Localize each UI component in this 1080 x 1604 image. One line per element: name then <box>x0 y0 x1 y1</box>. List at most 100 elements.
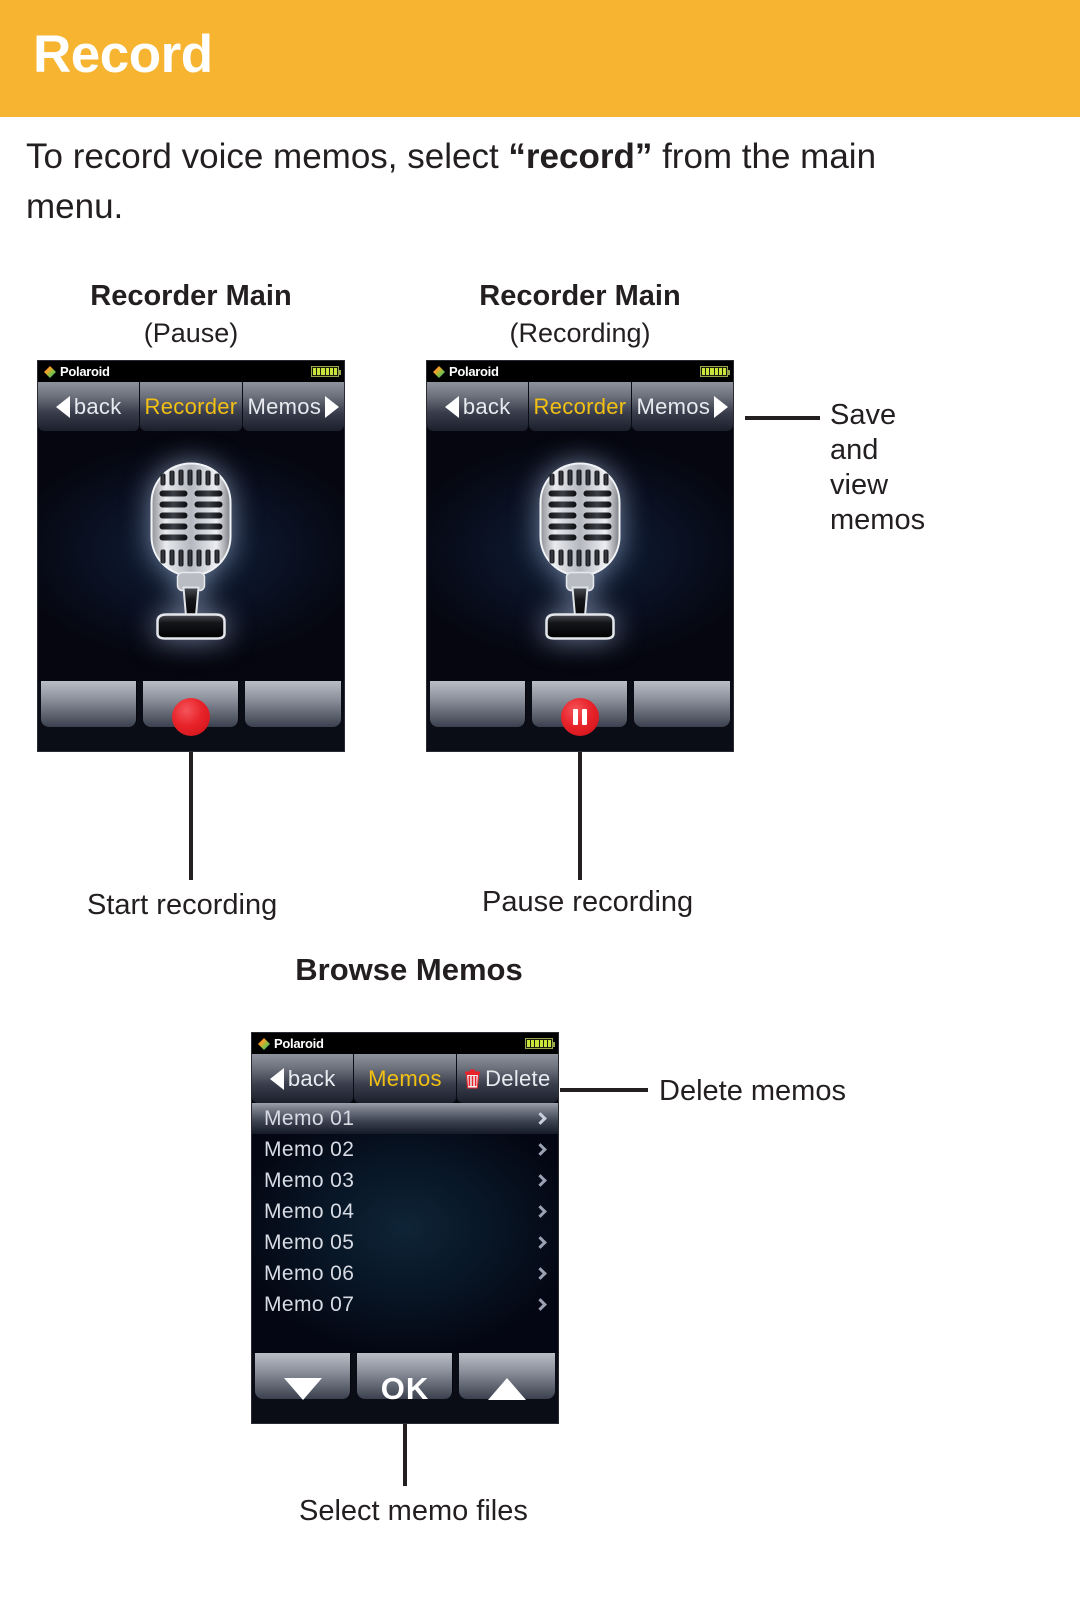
memo-label: Memo 02 <box>264 1137 355 1161</box>
control-right-blank <box>242 681 344 751</box>
back-button[interactable]: back <box>38 382 141 431</box>
trash-icon <box>464 1068 481 1089</box>
control-left-blank <box>427 681 529 751</box>
chevron-right-icon <box>534 1205 547 1218</box>
toolbar-recorder: back Recorder Memos <box>38 382 344 431</box>
recorder-control-row <box>427 681 733 751</box>
leader-line-select-memo-files <box>403 1424 407 1486</box>
memos-label: Memos <box>368 1065 442 1091</box>
memo-label: Memo 03 <box>264 1168 355 1192</box>
memo-label: Memo 04 <box>264 1199 355 1223</box>
brand: Polaroid <box>257 1036 324 1051</box>
recorder-screen-body <box>38 431 344 681</box>
intro-paragraph: To record voice memos, select “record” f… <box>26 132 926 232</box>
brand: Polaroid <box>43 364 110 379</box>
scroll-down-button[interactable] <box>252 1353 354 1423</box>
back-label: back <box>287 1065 336 1091</box>
recorder-control-row <box>38 681 344 751</box>
chevron-right-icon <box>534 1143 547 1156</box>
memos-button[interactable]: Memos <box>242 382 344 431</box>
list-item[interactable]: Memo 07 <box>252 1289 558 1320</box>
leader-line-save-memos <box>745 416 820 420</box>
pause-icon <box>561 698 599 736</box>
caption-browse-title: Browse Memos <box>295 952 523 987</box>
recorder-tab[interactable]: Recorder <box>529 382 632 431</box>
recorder-screen-body <box>427 431 733 681</box>
chevron-right-icon <box>534 1174 547 1187</box>
ok-label: OK <box>380 1371 430 1406</box>
annotation-start-recording: Start recording <box>87 889 278 921</box>
control-left-blank <box>38 681 140 751</box>
memo-list: Memo 01 Memo 02 Memo 03 Memo 04 Memo 05 … <box>252 1103 558 1353</box>
list-item[interactable]: Memo 05 <box>252 1227 558 1258</box>
list-item[interactable]: Memo 02 <box>252 1134 558 1165</box>
memo-label: Memo 01 <box>264 1106 355 1130</box>
chevron-right-icon <box>534 1112 547 1125</box>
down-arrow-icon <box>284 1378 322 1400</box>
up-arrow-icon <box>488 1378 526 1400</box>
toolbar-memos: back Memos Delete <box>252 1054 558 1103</box>
annotation-delete-memos: Delete memos <box>659 1075 846 1107</box>
memos-label: Memos <box>247 393 322 419</box>
chevron-right-icon <box>534 1298 547 1311</box>
leader-line-pause-recording <box>578 752 582 880</box>
leader-line-delete-memos <box>560 1088 648 1092</box>
brand-name: Polaroid <box>274 1036 324 1051</box>
battery-icon <box>525 1038 555 1049</box>
status-bar: Polaroid <box>427 361 733 382</box>
caption-recording-subtitle: (Recording) <box>509 318 651 348</box>
caption-pause-title: Recorder Main <box>90 280 292 312</box>
right-triangle-icon <box>325 395 340 418</box>
chevron-right-icon <box>534 1236 547 1249</box>
recorder-tab[interactable]: Recorder <box>140 382 243 431</box>
annotation-line: view <box>830 469 889 501</box>
device-screen-browse-memos: Polaroid back Memos Delete Memo 01 Memo … <box>251 1032 559 1424</box>
back-label: back <box>73 393 122 419</box>
scroll-up-button[interactable] <box>456 1353 558 1423</box>
list-item[interactable]: Memo 04 <box>252 1196 558 1227</box>
polaroid-diamond-icon <box>43 365 57 379</box>
caption-pause-subtitle: (Pause) <box>143 318 239 348</box>
back-button[interactable]: back <box>252 1054 355 1103</box>
brand: Polaroid <box>432 364 499 379</box>
record-button[interactable] <box>140 681 242 751</box>
left-triangle-icon <box>269 1067 284 1090</box>
toolbar-recorder: back Recorder Memos <box>427 382 733 431</box>
chevron-right-icon <box>534 1267 547 1280</box>
annotation-save-view-memos: Save and view memos <box>830 398 1030 538</box>
memos-button[interactable]: Memos <box>631 382 733 431</box>
brand-name: Polaroid <box>449 364 499 379</box>
status-bar: Polaroid <box>252 1033 558 1054</box>
caption-recording-title: Recorder Main <box>479 280 681 312</box>
pause-button[interactable] <box>529 681 631 751</box>
microphone-icon <box>134 460 249 653</box>
record-dot-icon <box>172 698 210 736</box>
list-item[interactable]: Memo 06 <box>252 1258 558 1289</box>
memos-tab[interactable]: Memos <box>354 1054 457 1103</box>
microphone-icon <box>523 460 638 653</box>
right-triangle-icon <box>714 395 729 418</box>
page-title: Record <box>33 25 213 84</box>
recorder-label: Recorder <box>144 393 238 419</box>
memo-label: Memo 06 <box>264 1261 355 1285</box>
back-button[interactable]: back <box>427 382 530 431</box>
list-item[interactable]: Memo 01 <box>252 1103 558 1134</box>
annotation-line: memos <box>830 504 926 536</box>
memo-label: Memo 07 <box>264 1292 355 1316</box>
annotation-line: and <box>830 434 879 466</box>
polaroid-diamond-icon <box>432 365 446 379</box>
annotation-pause-recording: Pause recording <box>482 886 694 918</box>
leader-line-start-recording <box>189 752 193 880</box>
polaroid-diamond-icon <box>257 1037 271 1051</box>
back-label: back <box>462 393 511 419</box>
device-screen-recorder-recording: Polaroid back Recorder Memos <box>426 360 734 752</box>
brand-name: Polaroid <box>60 364 110 379</box>
annotation-select-memo-files: Select memo files <box>299 1495 528 1527</box>
delete-button[interactable]: Delete <box>456 1054 558 1103</box>
annotation-line: Save <box>830 399 897 431</box>
intro-text-1: To record voice memos, select <box>26 137 509 176</box>
list-item[interactable]: Memo 03 <box>252 1165 558 1196</box>
battery-icon <box>700 366 730 377</box>
battery-icon <box>311 366 341 377</box>
ok-button[interactable]: OK <box>354 1353 456 1423</box>
